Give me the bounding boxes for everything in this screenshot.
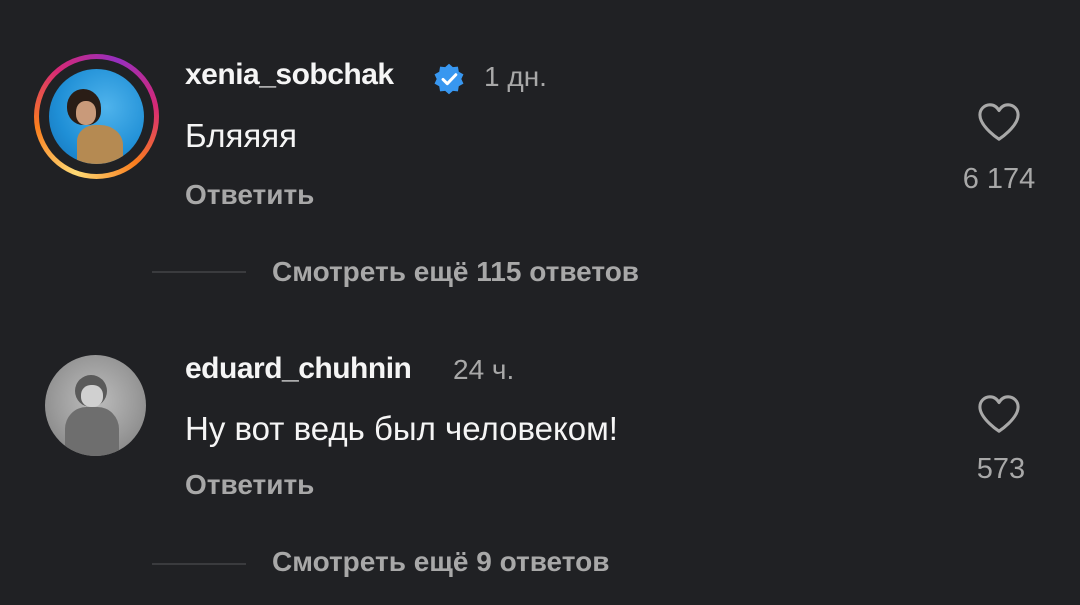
reply-button[interactable]: Ответить [185, 179, 314, 211]
avatar[interactable] [49, 69, 144, 164]
comment-username[interactable]: xenia_sobchak [185, 58, 394, 92]
comment-text: Бляяяя [185, 117, 298, 154]
comment-time: 1 дн. [484, 61, 547, 92]
view-more-replies-button[interactable]: Смотреть ещё 115 ответов [272, 256, 639, 288]
divider-line [152, 563, 246, 565]
heart-icon[interactable] [976, 101, 1022, 143]
heart-icon[interactable] [976, 393, 1022, 435]
divider-line [152, 271, 246, 273]
view-more-replies-button[interactable]: Смотреть ещё 9 ответов [272, 546, 609, 578]
comment-text: Ну вот ведь был человеком! [185, 410, 618, 447]
verified-badge-icon [434, 63, 464, 95]
avatar[interactable] [45, 355, 146, 456]
avatar-story-ring[interactable] [34, 54, 159, 179]
like-count: 6 174 [962, 163, 1036, 195]
comment-time: 24 ч. [453, 354, 515, 385]
comment-username[interactable]: eduard_chuhnin [185, 352, 412, 386]
reply-button[interactable]: Ответить [185, 469, 314, 501]
like-count: 573 [976, 453, 1026, 485]
